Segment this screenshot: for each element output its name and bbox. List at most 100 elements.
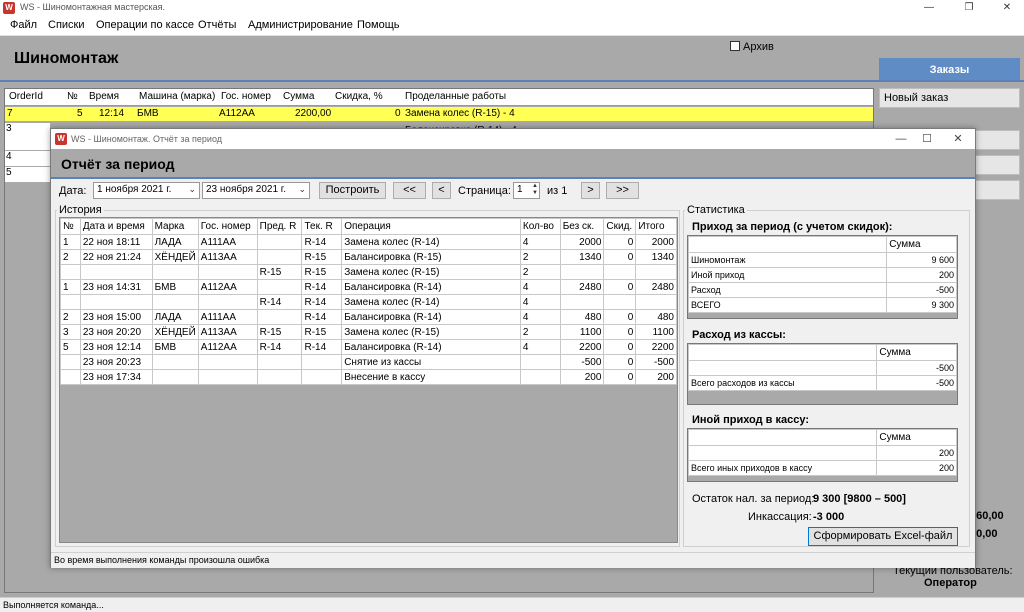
col-orderid[interactable]: OrderId (9, 91, 43, 102)
build-button[interactable]: Построить (319, 182, 386, 199)
menu-cash-operations[interactable]: Операции по кассе (96, 19, 194, 31)
history-col-header[interactable]: Тек. R (301, 218, 343, 235)
prev-page-button[interactable]: < (432, 182, 451, 199)
history-col-header[interactable]: Гос. номер (197, 218, 258, 235)
history-col-header[interactable]: Без ск. (559, 218, 605, 235)
table-row[interactable]: 3 (5, 123, 50, 151)
col-time[interactable]: Время (89, 91, 119, 102)
history-cell: 200 (559, 369, 605, 385)
table-row[interactable]: 2 22 ноя 21:24 ХЁНДЕЙ А113АА R-15 Балансировк… (60, 249, 677, 265)
dialog-heading: Отчёт за период (61, 156, 175, 172)
history-cell (519, 354, 561, 370)
table-row[interactable]: 1 23 ноя 14:31 БМВ А112АА R-14 Балансировка (… (60, 279, 677, 295)
table-row[interactable]: R-15 R-15 Замена колес (R-15) 2 (60, 264, 677, 280)
history-col-header[interactable]: Итого (635, 218, 677, 235)
menu-administration[interactable]: Администрирование (248, 19, 353, 31)
table-row[interactable]: ВСЕГО 9 300 (688, 297, 957, 313)
next-page-button[interactable]: > (581, 182, 600, 199)
minimize-icon[interactable]: — (887, 130, 915, 148)
page-spinner[interactable]: 1 ▲ ▼ (513, 182, 540, 199)
history-cell: R-14 (256, 294, 303, 310)
table-row[interactable]: Всего расходов из кассы -500 (688, 375, 957, 391)
chevron-down-icon[interactable]: ⌄ (298, 184, 306, 195)
history-col-header[interactable]: Кол-во (519, 218, 561, 235)
expense-heading: Расход из кассы: (692, 329, 786, 341)
table-row[interactable]: Иной приход 200 (688, 267, 957, 283)
chevron-down-icon[interactable]: ⌄ (188, 184, 196, 195)
expense-grid[interactable]: Сумма -500 Всего расходов из кассы -500 (687, 343, 958, 405)
archive-checkbox[interactable]: Архив (730, 41, 774, 53)
table-row[interactable]: Шиномонтаж 9 600 (688, 252, 957, 268)
table-row[interactable]: 5 23 ноя 12:14 БМВ А112АА R-14 R-14 Балансиров… (60, 339, 677, 355)
table-row[interactable]: 7 5 12:14 БМВ А112АА 2200,00 0 Замена ко… (5, 107, 873, 122)
maximize-icon[interactable]: ☐ (913, 130, 941, 148)
date-from-picker[interactable]: 1 ноября 2021 г. ⌄ (93, 182, 200, 199)
dialog-header: Отчёт за период (51, 149, 975, 177)
income-grid[interactable]: Сумма Шиномонтаж 9 600 Иной приход 200 Расхо… (687, 235, 958, 319)
orders-tab[interactable]: Заказы (879, 58, 1020, 82)
col-number[interactable]: № (67, 91, 78, 102)
history-cell: 23 ноя 14:31 (79, 279, 153, 295)
table-row[interactable]: Всего иных приходов в кассу 200 (688, 460, 957, 476)
history-cell: 2200 (559, 339, 605, 355)
date-to-picker[interactable]: 23 ноября 2021 г. ⌄ (202, 182, 310, 199)
history-cell: 2 (519, 324, 561, 340)
spinner-arrows-icon[interactable]: ▲ ▼ (532, 183, 538, 197)
history-col-header[interactable]: Скид. (603, 218, 637, 235)
close-icon[interactable]: ✕ (944, 130, 972, 148)
history-col-header[interactable]: Операция (341, 218, 521, 235)
table-row[interactable]: 23 ноя 17:34 Внесение в кассу 200 0 200 (60, 369, 677, 385)
app-icon: W (55, 133, 67, 145)
table-row[interactable]: 2 23 ноя 15:00 ЛАДА А111АА R-14 Балансировка … (60, 309, 677, 325)
table-row[interactable]: 4 (5, 151, 50, 167)
stat-name-cell: ВСЕГО (688, 297, 888, 313)
history-grid[interactable]: № Дата и время Марка Гос. номер Пред. R Тек. … (59, 217, 678, 543)
checkbox-icon[interactable] (730, 41, 740, 51)
table-row[interactable]: -500 (688, 360, 957, 376)
table-row[interactable]: R-14 R-14 Замена колес (R-14) 4 (60, 294, 677, 310)
table-row[interactable]: 200 (688, 445, 957, 461)
history-cell (256, 234, 303, 250)
restore-icon[interactable]: ❐ (954, 0, 984, 16)
dialog-header-divider (51, 177, 975, 179)
main-header: Шиномонтаж Архив (0, 36, 1024, 80)
table-row[interactable]: 3 23 ноя 20:20 ХЁНДЕЙ А113АА R-15 R-15 Замена … (60, 324, 677, 340)
col-car[interactable]: Машина (марка) (139, 91, 215, 102)
expense-rows: -500 Всего расходов из кассы -500 (688, 360, 957, 391)
col-plate[interactable]: Гос. номер (221, 91, 271, 102)
table-row[interactable]: 23 ноя 20:23 Снятие из кассы -500 0 -500 (60, 354, 677, 370)
new-order-button[interactable]: Новый заказ (879, 88, 1020, 108)
history-col-header[interactable]: № (60, 218, 81, 235)
table-row[interactable]: 1 22 ноя 18:11 ЛАДА А111АА R-14 Замена колес … (60, 234, 677, 250)
history-cell (256, 369, 303, 385)
minimize-icon[interactable]: — (914, 0, 944, 16)
last-page-button[interactable]: >> (606, 182, 639, 199)
stat-value-cell: 200 (876, 460, 957, 476)
menu-reports[interactable]: Отчёты (198, 19, 236, 31)
history-col-header[interactable]: Пред. R (256, 218, 303, 235)
menu-lists[interactable]: Списки (48, 19, 85, 31)
history-cell (151, 264, 199, 280)
history-cell: 23 ноя 17:34 (79, 369, 153, 385)
col-discount[interactable]: Скидка, % (335, 91, 383, 102)
stat-name-cell: Расход (688, 282, 888, 298)
first-page-button[interactable]: << (393, 182, 426, 199)
menu-help[interactable]: Помощь (357, 19, 400, 31)
encashment-value: -3 000 (813, 511, 845, 523)
table-row[interactable]: Расход -500 (688, 282, 957, 298)
cell-number: 5 (77, 108, 83, 119)
history-table: № Дата и время Марка Гос. номер Пред. R Тек. … (60, 218, 677, 385)
col-sum[interactable]: Сумма (283, 91, 314, 102)
history-cell: Балансировка (R-14) (341, 339, 521, 355)
history-col-header[interactable]: Марка (151, 218, 199, 235)
history-col-header[interactable]: Дата и время (79, 218, 153, 235)
col-works[interactable]: Проделанные работы (405, 91, 506, 102)
table-row[interactable]: 5 (5, 167, 50, 183)
stat-name-cell: Всего расходов из кассы (688, 375, 878, 391)
menu-file[interactable]: Файл (10, 19, 37, 31)
export-excel-button[interactable]: Сформировать Excel-файл (808, 527, 958, 546)
other-income-grid[interactable]: Сумма 200 Всего иных приходов в кассу 200 (687, 428, 958, 482)
close-icon[interactable]: ✕ (992, 0, 1022, 16)
income-table: Сумма Шиномонтаж 9 600 Иной приход 200 Расхо… (688, 236, 957, 313)
stat-name-cell (688, 360, 878, 376)
